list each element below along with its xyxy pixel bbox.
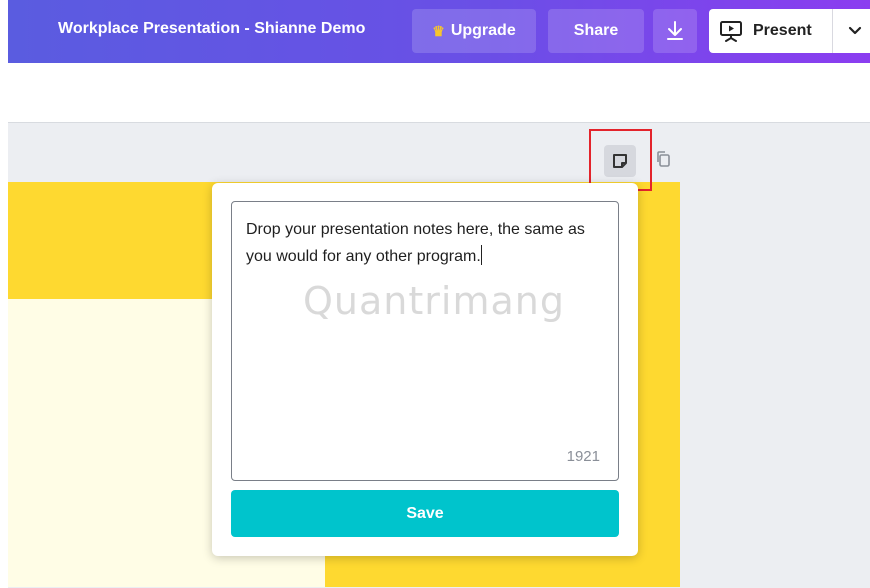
present-options-button[interactable] [833, 9, 870, 53]
notes-button[interactable] [604, 145, 636, 177]
character-counter: 1921 [566, 448, 600, 465]
document-title[interactable]: Workplace Presentation - Shianne Demo [58, 20, 365, 38]
upgrade-button[interactable]: ♛ Upgrade [412, 9, 536, 53]
download-button[interactable] [653, 9, 697, 53]
present-group: Present [709, 9, 870, 53]
duplicate-icon[interactable] [655, 150, 671, 168]
crown-icon: ♛ [432, 22, 445, 39]
notes-textarea[interactable]: Drop your presentation notes here, the s… [231, 201, 619, 481]
present-icon [720, 21, 742, 42]
present-button[interactable]: Present [709, 9, 832, 53]
text-cursor [480, 245, 482, 265]
chevron-down-icon [848, 26, 861, 35]
present-label: Present [753, 22, 812, 39]
notes-icon [613, 154, 627, 168]
notes-text: Drop your presentation notes here, the s… [246, 221, 585, 265]
upgrade-label: Upgrade [450, 22, 516, 39]
notes-popup: Drop your presentation notes here, the s… [212, 183, 638, 556]
top-bar: Workplace Presentation - Shianne Demo ♛ … [8, 0, 870, 63]
save-button[interactable]: Save [231, 490, 619, 537]
download-icon [667, 21, 683, 40]
share-button[interactable]: Share [548, 9, 644, 53]
